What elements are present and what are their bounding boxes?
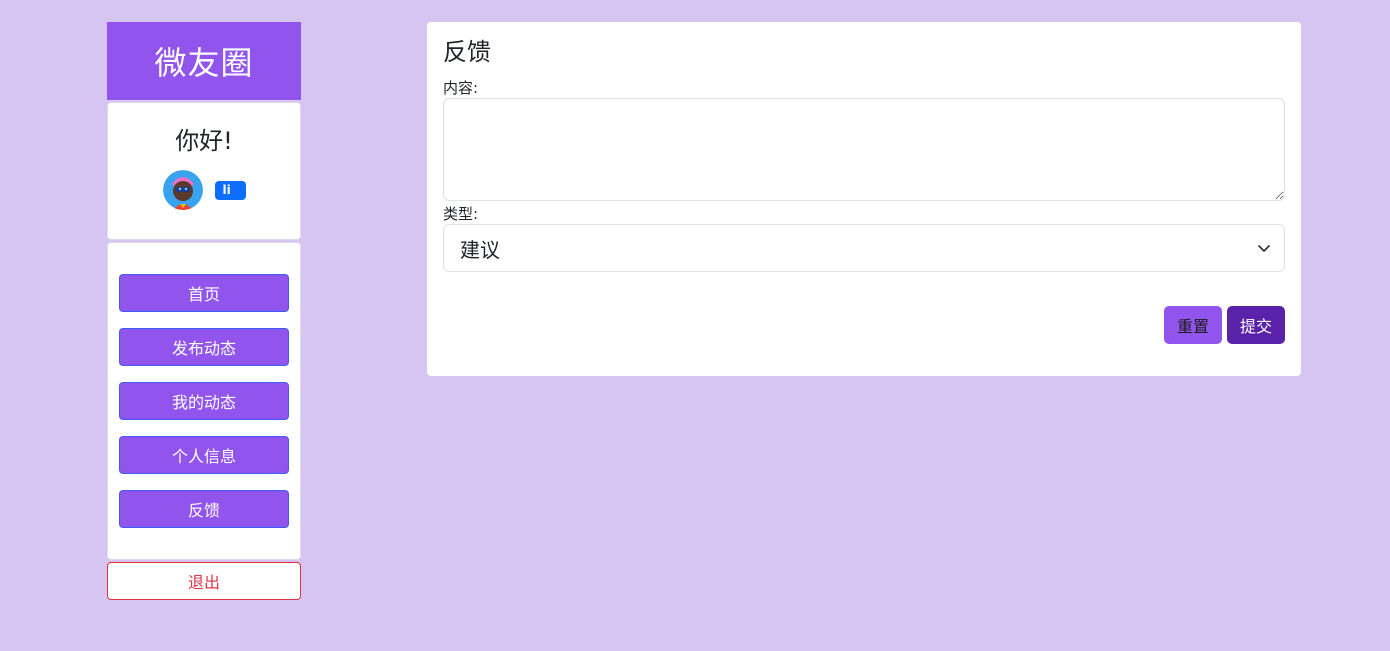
sidebar: 微友圈 你好! li 首页 发布动态 我的动态 个人信息 反馈 退出 [107, 22, 301, 600]
nav-menu: 首页 发布动态 我的动态 个人信息 反馈 [107, 242, 301, 560]
page-title: 反馈 [443, 38, 491, 66]
user-row: li [108, 170, 300, 210]
avatar[interactable] [162, 170, 203, 210]
type-select-value: 建议 [460, 237, 500, 262]
chevron-down-icon [1258, 245, 1270, 252]
feedback-panel: 反馈 内容: 类型: 建议 重置 提交 [427, 22, 1301, 376]
nav-home-button[interactable]: 首页 [119, 274, 289, 312]
nav-profile-button[interactable]: 个人信息 [119, 436, 289, 474]
logout-button[interactable]: 退出 [107, 562, 301, 600]
nav-feedback-button[interactable]: 反馈 [119, 490, 289, 528]
nav-my-posts-button[interactable]: 我的动态 [119, 382, 289, 420]
cartoon-avatar-icon [162, 170, 203, 210]
user-card: 你好! li [107, 102, 301, 240]
type-label: 类型: [443, 205, 479, 223]
submit-button[interactable]: 提交 [1227, 306, 1285, 344]
nav-post-button[interactable]: 发布动态 [119, 328, 289, 366]
reset-button[interactable]: 重置 [1164, 306, 1222, 344]
form-actions: 重置 提交 [1164, 306, 1285, 344]
content-label: 内容: [443, 79, 479, 97]
greeting-text: 你好! [175, 127, 233, 155]
content-textarea[interactable] [443, 98, 1285, 201]
brand-title: 微友圈 [107, 22, 301, 100]
type-select[interactable]: 建议 [443, 224, 1285, 272]
username-badge: li [214, 180, 246, 200]
